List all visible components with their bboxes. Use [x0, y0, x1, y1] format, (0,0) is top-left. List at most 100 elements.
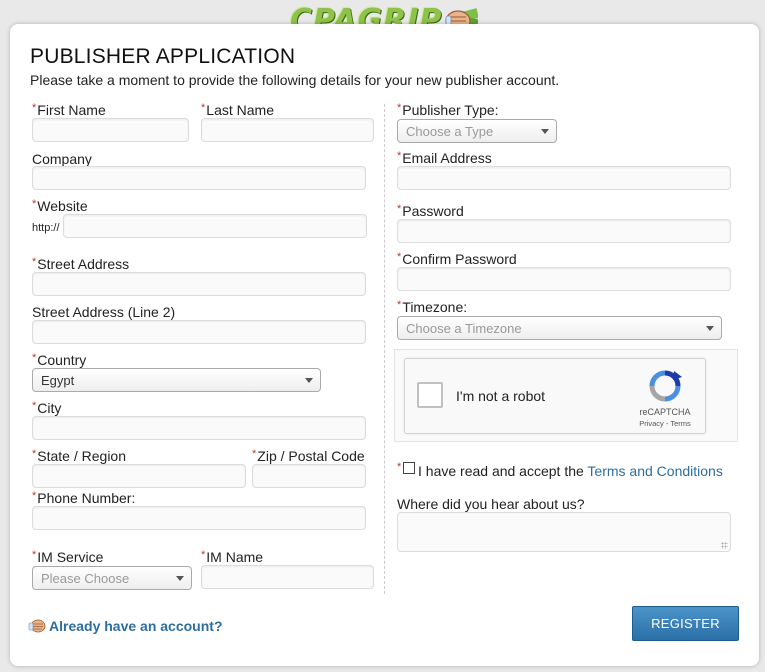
state-label: *State / Region — [32, 448, 126, 464]
timezone-label: *Timezone: — [397, 299, 467, 315]
publisher-type-label: *Publisher Type: — [397, 102, 499, 118]
password-label: *Password — [397, 203, 464, 219]
city-input[interactable] — [32, 416, 366, 440]
im-name-label: *IM Name — [201, 549, 263, 565]
city-label-text: City — [37, 400, 62, 416]
website-label-text: Website — [37, 198, 88, 214]
required-marker: * — [32, 549, 37, 561]
first-name-label: *First Name — [32, 102, 106, 118]
im-name-label-text: IM Name — [206, 549, 264, 565]
recaptcha-checkbox[interactable] — [417, 382, 443, 408]
street-address-label-text: Street Address — [37, 256, 130, 272]
street-address-input[interactable] — [32, 272, 366, 296]
chevron-down-icon — [541, 129, 549, 134]
required-marker: * — [32, 198, 37, 210]
terms-checkbox[interactable] — [403, 462, 415, 474]
hear-about-label-text: Where did you hear about us? — [397, 496, 585, 512]
terms-link[interactable]: Terms and Conditions — [587, 463, 722, 479]
timezone-label-text: Timezone: — [402, 299, 468, 315]
last-name-label: *Last Name — [201, 102, 274, 118]
company-label-text: Company — [32, 151, 92, 167]
country-select[interactable]: Egypt — [32, 368, 321, 392]
im-service-select[interactable]: Please Choose — [32, 566, 192, 590]
confirm-password-input[interactable] — [397, 267, 731, 291]
email-input[interactable] — [397, 166, 731, 190]
required-marker: * — [32, 102, 37, 114]
im-name-input[interactable] — [201, 565, 374, 589]
website-prefix: http:// — [32, 222, 60, 234]
chevron-down-icon — [305, 378, 313, 383]
confirm-password-label: *Confirm Password — [397, 251, 517, 267]
street-address-2-label-text: Street Address (Line 2) — [32, 304, 176, 320]
country-select-value: Egypt — [41, 373, 75, 388]
required-marker: * — [201, 549, 206, 561]
password-input[interactable] — [397, 219, 731, 243]
email-label: *Email Address — [397, 150, 492, 166]
im-service-label: *IM Service — [32, 549, 103, 565]
zip-label-text: Zip / Postal Code — [257, 448, 365, 464]
required-marker: * — [32, 352, 37, 364]
website-input[interactable] — [63, 214, 367, 238]
first-name-input[interactable] — [32, 118, 189, 142]
required-marker: * — [397, 203, 402, 215]
phone-label: *Phone Number: — [32, 490, 135, 506]
recaptcha-widget: I'm not a robot reCAPTCHA Privacy - Term… — [404, 358, 706, 434]
recaptcha-label: I'm not a robot — [456, 388, 546, 404]
fist-icon — [28, 619, 46, 633]
phone-input[interactable] — [32, 506, 366, 530]
page-subtitle: Please take a moment to provide the foll… — [30, 72, 560, 88]
email-label-text: Email Address — [402, 150, 492, 166]
last-name-label-text: Last Name — [206, 102, 274, 118]
country-label: *Country — [32, 352, 86, 368]
required-marker: * — [252, 448, 257, 460]
required-marker: * — [397, 102, 402, 114]
required-marker: * — [32, 400, 37, 412]
required-marker: * — [32, 490, 37, 502]
phone-label-text: Phone Number: — [37, 490, 136, 506]
required-marker: * — [32, 448, 37, 460]
terms-text: I have read and accept the Terms and Con… — [418, 463, 723, 479]
im-service-select-value: Please Choose — [41, 571, 130, 586]
country-label-text: Country — [37, 352, 87, 368]
company-label: Company — [32, 151, 92, 167]
im-service-label-text: IM Service — [37, 549, 104, 565]
street-address-label: *Street Address — [32, 256, 129, 272]
last-name-input[interactable] — [201, 118, 374, 142]
page-title: PUBLISHER APPLICATION — [30, 45, 296, 68]
chevron-down-icon — [176, 576, 184, 581]
required-marker: * — [201, 102, 206, 114]
chevron-down-icon — [706, 326, 714, 331]
required-marker: * — [32, 256, 37, 268]
company-input[interactable] — [32, 166, 366, 190]
zip-input[interactable] — [252, 464, 366, 488]
have-account-link[interactable]: Already have an account? — [28, 618, 223, 634]
recaptcha-privacy-terms-links[interactable]: Privacy - Terms — [627, 419, 703, 428]
recaptcha-container: I'm not a robot reCAPTCHA Privacy - Term… — [394, 349, 738, 442]
recaptcha-logo-icon — [649, 370, 682, 402]
first-name-label-text: First Name — [37, 102, 106, 118]
website-label: *Website — [32, 198, 88, 214]
hear-about-label: Where did you hear about us? — [397, 496, 585, 512]
register-button[interactable]: REGISTER — [632, 606, 739, 641]
resize-grip-icon[interactable] — [721, 542, 728, 549]
timezone-select[interactable]: Choose a Timezone — [397, 316, 722, 340]
column-divider — [384, 104, 385, 594]
required-marker: * — [397, 251, 402, 263]
street-address-2-label: Street Address (Line 2) — [32, 304, 175, 320]
state-input[interactable] — [32, 464, 246, 488]
confirm-password-label-text: Confirm Password — [402, 251, 517, 267]
publisher-type-select[interactable]: Choose a Type — [397, 119, 557, 143]
terms-prefix: I have read and accept the — [418, 463, 588, 479]
hear-about-textarea[interactable] — [397, 512, 731, 552]
street-address-2-input[interactable] — [32, 320, 366, 344]
required-marker: * — [397, 299, 402, 311]
password-label-text: Password — [402, 203, 464, 219]
terms-required-marker: * — [397, 461, 402, 473]
state-label-text: State / Region — [37, 448, 127, 464]
timezone-select-value: Choose a Timezone — [406, 321, 522, 336]
application-card: PUBLISHER APPLICATION Please take a mome… — [10, 24, 759, 666]
recaptcha-brand: reCAPTCHA — [639, 407, 691, 417]
zip-label: *Zip / Postal Code — [252, 448, 365, 464]
have-account-text: Already have an account? — [49, 618, 223, 634]
publisher-type-label-text: Publisher Type: — [402, 102, 499, 118]
